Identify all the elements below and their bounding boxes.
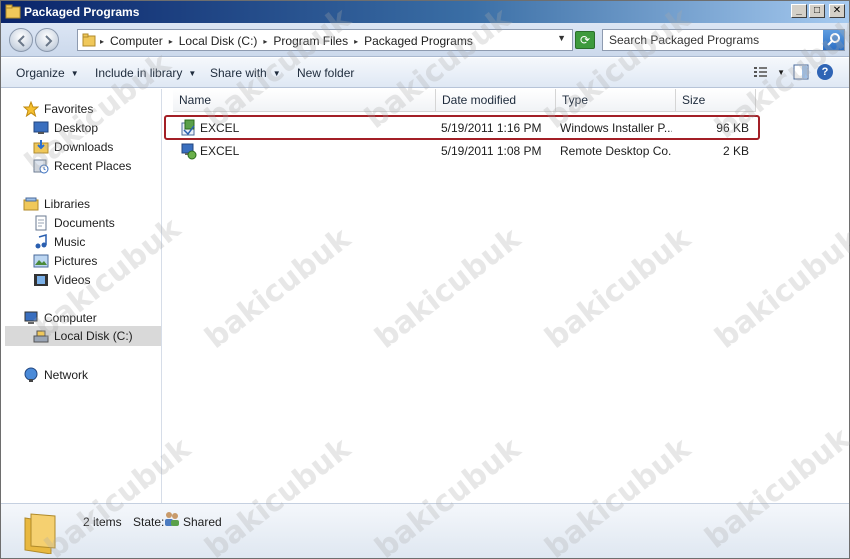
breadcrumb-program-files[interactable]: Program Files [273,34,348,48]
column-header-type[interactable]: Type [556,89,676,112]
folder-icon [82,33,96,47]
search-icon [827,33,840,46]
view-options-icon[interactable] [753,65,769,79]
organize-button[interactable]: Organize ▼ [16,66,79,80]
drive-icon [33,328,49,344]
downloads-icon [33,139,49,155]
state-label: State: [133,515,165,529]
folder-icon [24,513,56,554]
libraries-icon [23,196,39,212]
recent-places-icon [33,158,49,174]
breadcrumb: ▸ Computer ▸ Local Disk (C:) ▸ Program F… [100,34,473,48]
breadcrumb-packaged-programs[interactable]: Packaged Programs [364,34,473,48]
command-bar: Organize ▼ Include in library ▼ Share with… [1,58,849,88]
breadcrumb-local-disk[interactable]: Local Disk (C:) [179,34,258,48]
computer-icon [23,310,39,326]
chevron-right-icon[interactable]: ▸ [263,37,267,46]
chevron-right-icon[interactable]: ▸ [354,37,358,46]
include-in-library-button[interactable]: Include in library ▼ [95,66,196,80]
file-date: 5/19/2011 1:08 PM [441,144,542,158]
address-box[interactable]: ▸ Computer ▸ Local Disk (C:) ▸ Program F… [77,29,573,51]
search-box [602,29,845,51]
details-pane: 2 items State: Shared [1,503,849,558]
column-header-size[interactable]: Size [676,89,756,112]
nav-network[interactable]: Network [23,365,88,384]
back-arrow-icon [17,35,25,47]
minimize-button[interactable]: _ [791,4,807,18]
new-folder-button[interactable]: New folder [297,66,354,80]
nav-videos[interactable]: Videos [33,270,90,289]
search-button[interactable] [823,30,844,50]
back-button[interactable] [9,28,33,52]
nav-local-disk[interactable]: Local Disk (C:) [5,326,161,346]
videos-icon [33,272,49,288]
network-icon [23,367,39,383]
forward-arrow-icon [45,35,53,47]
explorer-window: Packaged Programs _ □ ✕ ▸ Computer ▸ Loc… [0,0,850,559]
search-input[interactable] [603,30,823,50]
chevron-down-icon: ▼ [188,69,197,78]
folder-icon [5,4,21,19]
chevron-down-icon: ▼ [272,69,281,78]
nav-music[interactable]: Music [33,232,85,251]
share-with-button[interactable]: Share with ▼ [210,66,281,80]
music-icon [33,233,49,250]
chevron-right-icon[interactable]: ▸ [169,37,173,46]
file-name: EXCEL [200,144,240,158]
state-value: Shared [183,515,222,529]
annotation-highlight-box [164,115,760,140]
item-count: 2 items [83,515,122,529]
pictures-icon [33,253,49,269]
nav-downloads[interactable]: Downloads [33,137,113,156]
preview-pane-icon[interactable] [793,64,809,80]
nav-documents[interactable]: Documents [33,213,115,232]
file-size: 2 KB [722,144,749,158]
file-type: Remote Desktop Co... [560,144,672,158]
nav-recent-places[interactable]: Recent Places [33,156,131,175]
chevron-down-icon[interactable]: ▼ [557,33,566,43]
chevron-down-icon[interactable]: ▼ [777,68,785,77]
chevron-down-icon: ▼ [70,69,79,78]
breadcrumb-computer[interactable]: Computer [110,34,163,48]
refresh-icon: ⟳ [579,33,591,47]
navigation-pane: Favorites Desktop Downloads Recent Place… [1,89,162,503]
desktop-icon [33,120,49,136]
title-bar[interactable]: Packaged Programs _ □ ✕ [1,1,849,23]
file-list: Name Date modified Type Size EXCEL 5/19/… [165,89,849,503]
window-title: Packaged Programs [24,5,140,19]
view-controls: ▼ ? [753,64,833,80]
remote-desktop-icon [181,142,197,163]
nav-computer[interactable]: Computer [23,308,97,327]
close-button[interactable]: ✕ [829,4,845,18]
nav-desktop[interactable]: Desktop [33,118,98,137]
documents-icon [33,215,49,231]
maximize-button[interactable]: □ [809,4,825,18]
nav-pictures[interactable]: Pictures [33,251,97,270]
forward-button[interactable] [35,28,59,52]
nav-favorites[interactable]: Favorites [22,99,93,118]
star-icon [22,100,40,117]
refresh-button[interactable]: ⟳ [575,31,595,49]
nav-libraries[interactable]: Libraries [23,194,90,213]
column-header-date-modified[interactable]: Date modified [436,89,556,112]
address-bar-row: ▸ Computer ▸ Local Disk (C:) ▸ Program F… [1,23,849,57]
table-row[interactable]: EXCEL 5/19/2011 1:08 PM Remote Desktop C… [165,140,765,162]
chevron-right-icon[interactable]: ▸ [100,37,104,46]
shared-users-icon [165,512,179,526]
window-controls: _ □ ✕ [791,4,845,18]
column-header-name[interactable]: Name [173,89,436,112]
help-icon[interactable]: ? [817,64,833,80]
